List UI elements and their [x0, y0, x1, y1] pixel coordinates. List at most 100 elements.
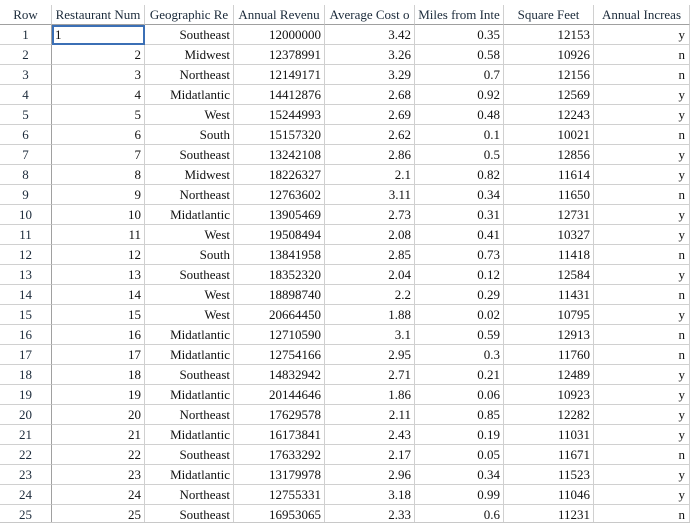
annual-increase-cell[interactable]: n	[594, 285, 690, 305]
row-header[interactable]: 8	[0, 165, 52, 185]
region-cell[interactable]: Northeast	[145, 485, 234, 505]
row-header[interactable]: 6	[0, 125, 52, 145]
square-feet-cell[interactable]: 11523	[504, 465, 594, 485]
miles-cell[interactable]: 0.1	[415, 125, 504, 145]
avg-cost-cell[interactable]: 2.69	[325, 105, 415, 125]
column-header-geographic-region[interactable]: Geographic Re	[145, 5, 234, 25]
region-cell[interactable]: West	[145, 285, 234, 305]
square-feet-cell[interactable]: 10795	[504, 305, 594, 325]
annual-increase-cell[interactable]: n	[594, 45, 690, 65]
revenue-cell[interactable]: 18226327	[234, 165, 325, 185]
column-header-average-cost[interactable]: Average Cost o	[325, 5, 415, 25]
square-feet-cell[interactable]: 11431	[504, 285, 594, 305]
restaurant-number-cell[interactable]: 12	[52, 245, 145, 265]
avg-cost-cell[interactable]: 1.88	[325, 305, 415, 325]
row-header[interactable]: 22	[0, 445, 52, 465]
avg-cost-cell[interactable]: 3.42	[325, 25, 415, 45]
restaurant-number-cell[interactable]: 9	[52, 185, 145, 205]
region-cell[interactable]: Midwest	[145, 165, 234, 185]
region-cell[interactable]: South	[145, 125, 234, 145]
restaurant-number-cell[interactable]: 17	[52, 345, 145, 365]
avg-cost-cell[interactable]: 1.86	[325, 385, 415, 405]
revenue-cell[interactable]: 12149171	[234, 65, 325, 85]
annual-increase-cell[interactable]: y	[594, 25, 690, 45]
column-header-annual-increase[interactable]: Annual Increas	[594, 5, 690, 25]
region-cell[interactable]: Southeast	[145, 145, 234, 165]
square-feet-cell[interactable]: 10327	[504, 225, 594, 245]
revenue-cell[interactable]: 13905469	[234, 205, 325, 225]
avg-cost-cell[interactable]: 2.73	[325, 205, 415, 225]
avg-cost-cell[interactable]: 2.04	[325, 265, 415, 285]
avg-cost-cell[interactable]: 3.26	[325, 45, 415, 65]
row-header[interactable]: 23	[0, 465, 52, 485]
square-feet-cell[interactable]: 10926	[504, 45, 594, 65]
square-feet-cell[interactable]: 10923	[504, 385, 594, 405]
avg-cost-cell[interactable]: 2.86	[325, 145, 415, 165]
annual-increase-cell[interactable]: y	[594, 405, 690, 425]
revenue-cell[interactable]: 18352320	[234, 265, 325, 285]
region-cell[interactable]: Midatlantic	[145, 425, 234, 445]
miles-cell[interactable]: 0.82	[415, 165, 504, 185]
square-feet-cell[interactable]: 12584	[504, 265, 594, 285]
miles-cell[interactable]: 0.06	[415, 385, 504, 405]
miles-cell[interactable]: 0.7	[415, 65, 504, 85]
region-cell[interactable]: Southeast	[145, 265, 234, 285]
selected-cell[interactable]: 1	[52, 25, 145, 45]
square-feet-cell[interactable]: 10021	[504, 125, 594, 145]
miles-cell[interactable]: 0.48	[415, 105, 504, 125]
square-feet-cell[interactable]: 12856	[504, 145, 594, 165]
revenue-cell[interactable]: 14832942	[234, 365, 325, 385]
avg-cost-cell[interactable]: 3.1	[325, 325, 415, 345]
miles-cell[interactable]: 0.99	[415, 485, 504, 505]
region-cell[interactable]: Northeast	[145, 405, 234, 425]
square-feet-cell[interactable]: 12731	[504, 205, 594, 225]
square-feet-cell[interactable]: 12243	[504, 105, 594, 125]
avg-cost-cell[interactable]: 2.96	[325, 465, 415, 485]
annual-increase-cell[interactable]: y	[594, 145, 690, 165]
restaurant-number-cell[interactable]: 20	[52, 405, 145, 425]
region-cell[interactable]: South	[145, 245, 234, 265]
avg-cost-cell[interactable]: 2.43	[325, 425, 415, 445]
revenue-cell[interactable]: 12754166	[234, 345, 325, 365]
restaurant-number-cell[interactable]: 11	[52, 225, 145, 245]
region-cell[interactable]: Northeast	[145, 65, 234, 85]
region-cell[interactable]: Midatlantic	[145, 325, 234, 345]
square-feet-cell[interactable]: 11650	[504, 185, 594, 205]
annual-increase-cell[interactable]: y	[594, 385, 690, 405]
miles-cell[interactable]: 0.85	[415, 405, 504, 425]
restaurant-number-cell[interactable]: 18	[52, 365, 145, 385]
restaurant-number-cell[interactable]: 24	[52, 485, 145, 505]
row-header[interactable]: 24	[0, 485, 52, 505]
avg-cost-cell[interactable]: 2.08	[325, 225, 415, 245]
revenue-cell[interactable]: 12763602	[234, 185, 325, 205]
miles-cell[interactable]: 0.29	[415, 285, 504, 305]
annual-increase-cell[interactable]: y	[594, 365, 690, 385]
annual-increase-cell[interactable]: n	[594, 345, 690, 365]
avg-cost-cell[interactable]: 3.18	[325, 485, 415, 505]
miles-cell[interactable]: 0.31	[415, 205, 504, 225]
restaurant-number-cell[interactable]: 19	[52, 385, 145, 405]
annual-increase-cell[interactable]: y	[594, 485, 690, 505]
avg-cost-cell[interactable]: 2.68	[325, 85, 415, 105]
region-cell[interactable]: Midwest	[145, 45, 234, 65]
region-cell[interactable]: Southeast	[145, 445, 234, 465]
annual-increase-cell[interactable]: y	[594, 265, 690, 285]
avg-cost-cell[interactable]: 2.62	[325, 125, 415, 145]
restaurant-number-cell[interactable]: 5	[52, 105, 145, 125]
region-cell[interactable]: West	[145, 105, 234, 125]
revenue-cell[interactable]: 13242108	[234, 145, 325, 165]
revenue-cell[interactable]: 20664450	[234, 305, 325, 325]
row-header[interactable]: 2	[0, 45, 52, 65]
restaurant-number-cell[interactable]: 16	[52, 325, 145, 345]
avg-cost-cell[interactable]: 2.11	[325, 405, 415, 425]
restaurant-number-cell[interactable]: 14	[52, 285, 145, 305]
square-feet-cell[interactable]: 12569	[504, 85, 594, 105]
miles-cell[interactable]: 0.3	[415, 345, 504, 365]
restaurant-number-cell[interactable]: 23	[52, 465, 145, 485]
restaurant-number-cell[interactable]: 6	[52, 125, 145, 145]
annual-increase-cell[interactable]: y	[594, 165, 690, 185]
avg-cost-cell[interactable]: 2.2	[325, 285, 415, 305]
square-feet-cell[interactable]: 11046	[504, 485, 594, 505]
square-feet-cell[interactable]: 12156	[504, 65, 594, 85]
avg-cost-cell[interactable]: 2.71	[325, 365, 415, 385]
